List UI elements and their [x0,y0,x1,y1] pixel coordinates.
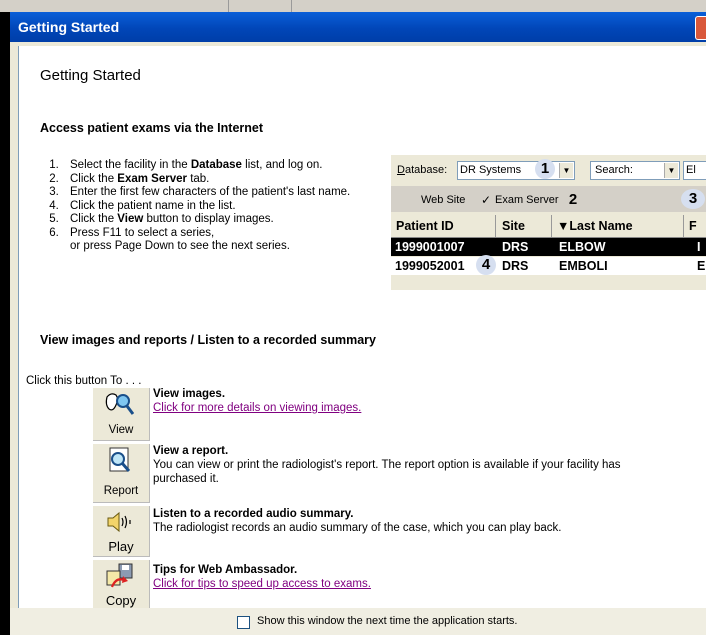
speaker-icon [107,511,131,533]
title-bar[interactable]: Getting Started [10,12,706,42]
column-header: Site [502,219,525,233]
callout-badge-3: 3 [681,189,705,209]
step-item: Click the patient name in the list. [62,200,392,214]
tab-web-site: Web Site [421,194,466,206]
content-panel: Getting Started Access patient exams via… [18,46,706,609]
click-info-text: Click this button To . . . [26,375,142,387]
report-button-label: Report [103,485,139,497]
steps-list: Select the facility in the Database list… [40,159,392,254]
step-item: Enter the first few characters of the pa… [62,186,392,200]
section-heading-access: Access patient exams via the Internet [40,121,264,135]
copy-icon [106,563,133,588]
background-app-strip [0,0,706,12]
viewing-images-link[interactable]: Click for more details on viewing images… [153,401,673,415]
page-title: Getting Started [40,67,141,84]
copy-button[interactable]: Copy [93,560,150,609]
window-title: Getting Started [18,19,120,35]
search-input: El [683,161,706,180]
tips-link[interactable]: Click for tips to speed up access to exa… [153,577,673,591]
view-button[interactable]: View [93,388,150,441]
play-description: Listen to a recorded audio summary. The … [153,508,562,534]
view-description: View images. Click for more details on v… [153,387,673,415]
view-button-label: View [108,424,134,436]
section-heading-view: View images and reports / Listen to a re… [40,333,376,347]
server-tabs: Web Site ✓ Exam Server [391,186,706,212]
step-item: Press F11 to select a series,or press Pa… [62,227,392,254]
copy-description: Tips for Web Ambassador. Click for tips … [153,563,673,591]
show-on-startup-label[interactable]: Show this window the next time the appli… [257,615,517,627]
database-label: Database: [397,164,448,176]
background-column [229,0,292,12]
search-dropdown: Search: ▼ [590,161,680,180]
grid-header: Patient ID Site ▼Last Name F [391,215,706,238]
step-item: Click the View button to display images. [62,213,392,227]
play-button[interactable]: Play [93,506,150,557]
copy-button-label: Copy [105,593,137,608]
view-images-icon [105,393,134,415]
callout-badge-4: 4 [476,255,496,275]
play-button-label: Play [108,539,134,554]
table-row: 1999052001 DRS EMBOLI E [391,257,706,275]
step-item: Select the facility in the Database list… [62,159,392,173]
callout-badge-1: 1 [535,159,555,179]
callout-badge-2: 2 [568,191,578,208]
column-header: Patient ID [396,219,454,233]
table-row: 1999001007 DRS ELBOW I [391,238,706,256]
close-button[interactable] [695,16,706,40]
column-header: F [689,219,697,233]
database-search-illustration: Database: DR Systems te ▼ 1 Search: ▼ El… [391,155,706,290]
column-header: ▼Last Name [557,219,633,233]
footer-bar: Show this window the next time the appli… [10,608,706,635]
report-description: View a report. You can view or print the… [153,445,621,485]
check-icon: ✓ [481,193,492,207]
report-button[interactable]: Report [93,444,150,503]
show-on-startup-checkbox[interactable] [237,616,250,629]
getting-started-dialog: Getting Started Getting Started Access p… [10,12,706,635]
database-dropdown: DR Systems te ▼ [457,161,575,180]
report-icon [109,447,131,472]
tab-exam-server: Exam Server [495,194,559,206]
background-column [0,0,229,12]
step-item: Click the Exam Server tab. [62,173,392,187]
